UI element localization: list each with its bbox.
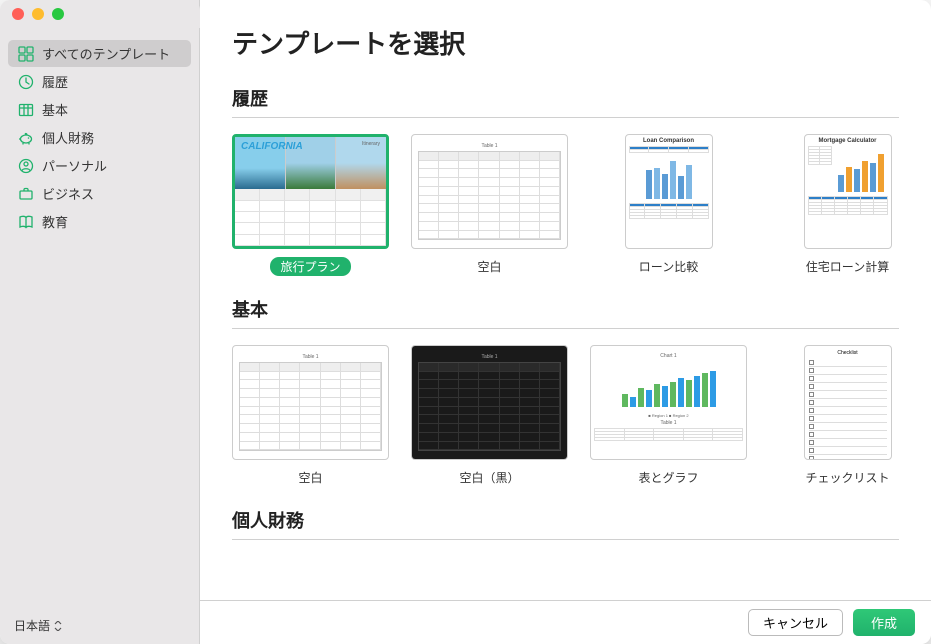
- template-label: 住宅ローン計算: [796, 257, 899, 276]
- template-card[interactable]: CALIFORNIAItinerary 旅行プラン: [232, 134, 389, 276]
- grid-icon: [18, 46, 34, 62]
- cancel-button[interactable]: キャンセル: [748, 609, 843, 636]
- sidebar-item-2[interactable]: 基本: [8, 96, 191, 123]
- template-card[interactable]: Loan Comparison ローン比較: [590, 134, 747, 276]
- template-thumbnail: Checklist: [804, 345, 892, 460]
- template-thumbnail: Table 1: [232, 345, 389, 460]
- create-button[interactable]: 作成: [853, 609, 915, 636]
- titlebar: [0, 0, 200, 28]
- template-card[interactable]: Table 1 空白（黒）: [411, 345, 568, 487]
- template-card[interactable]: Mortgage Calculator 住宅ローン計算: [769, 134, 926, 276]
- template-label: 空白: [288, 468, 332, 487]
- sidebar: すべてのテンプレート履歴基本個人財務パーソナルビジネス教育 日本語: [0, 0, 200, 644]
- briefcase-icon: [18, 186, 34, 202]
- template-card[interactable]: Table 1 空白: [232, 345, 389, 487]
- section-title-1: 基本: [232, 296, 899, 329]
- sidebar-item-label: 教育: [42, 212, 68, 231]
- template-thumbnail: Loan Comparison: [625, 134, 713, 249]
- sidebar-item-label: ビジネス: [42, 184, 94, 203]
- sidebar-item-label: 基本: [42, 100, 68, 119]
- chevron-updown-icon: [54, 621, 62, 631]
- category-nav: すべてのテンプレート履歴基本個人財務パーソナルビジネス教育: [0, 36, 199, 607]
- template-thumbnail: Table 1: [411, 134, 568, 249]
- template-label: 表とグラフ: [628, 468, 708, 487]
- template-card[interactable]: Checklist チェックリスト: [769, 345, 926, 487]
- book-icon: [18, 214, 34, 230]
- person-icon: [18, 158, 34, 174]
- sidebar-item-label: 履歴: [42, 72, 68, 91]
- template-thumbnail: Mortgage Calculator: [804, 134, 892, 249]
- template-grid-0: CALIFORNIAItinerary 旅行プラン Table 1 空白 Loan Co…: [232, 122, 931, 284]
- template-label: 旅行プラン: [270, 257, 350, 276]
- clock-icon: [18, 74, 34, 90]
- template-card[interactable]: Chart 1■ Region 1 ■ Region 2Table 1 表とグラフ: [590, 345, 747, 487]
- language-picker[interactable]: 日本語: [0, 607, 199, 644]
- table-icon: [18, 102, 34, 118]
- sidebar-item-5[interactable]: ビジネス: [8, 180, 191, 207]
- template-thumbnail: Chart 1■ Region 1 ■ Region 2Table 1: [590, 345, 747, 460]
- main-panel: テンプレートを選択 履歴 CALIFORNIAItinerary 旅行プラン Tabl…: [200, 0, 931, 644]
- language-label: 日本語: [14, 617, 50, 634]
- section-title-2: 個人財務: [232, 507, 899, 540]
- template-thumbnail: Table 1: [411, 345, 568, 460]
- sidebar-item-0[interactable]: すべてのテンプレート: [8, 40, 191, 67]
- sidebar-item-1[interactable]: 履歴: [8, 68, 191, 95]
- piggy-icon: [18, 130, 34, 146]
- template-card[interactable]: Table 1 空白: [411, 134, 568, 276]
- sidebar-item-6[interactable]: 教育: [8, 208, 191, 235]
- sidebar-item-3[interactable]: 個人財務: [8, 124, 191, 151]
- close-icon[interactable]: [12, 8, 24, 20]
- zoom-icon[interactable]: [52, 8, 64, 20]
- section-title-0: 履歴: [232, 85, 899, 118]
- template-label: 空白（黒）: [449, 468, 529, 487]
- minimize-icon[interactable]: [32, 8, 44, 20]
- page-title: テンプレートを選択: [232, 24, 899, 61]
- template-thumbnail: CALIFORNIAItinerary: [232, 134, 389, 249]
- sidebar-item-label: 個人財務: [42, 128, 94, 147]
- sidebar-item-label: パーソナル: [42, 156, 107, 175]
- template-chooser-window: すべてのテンプレート履歴基本個人財務パーソナルビジネス教育 日本語 テンプレート…: [0, 0, 931, 644]
- template-label: チェックリスト: [795, 468, 899, 487]
- template-scroll[interactable]: 履歴 CALIFORNIAItinerary 旅行プラン Table 1 空白 Loan …: [200, 73, 931, 600]
- template-grid-1: Table 1 空白 Table 1 空白（黒） Chart 1■ Region 1 ■…: [232, 333, 931, 495]
- sidebar-item-4[interactable]: パーソナル: [8, 152, 191, 179]
- sidebar-item-label: すべてのテンプレート: [42, 44, 170, 63]
- template-label: 空白: [467, 257, 511, 276]
- footer: キャンセル 作成: [200, 600, 931, 644]
- template-label: ローン比較: [629, 257, 708, 276]
